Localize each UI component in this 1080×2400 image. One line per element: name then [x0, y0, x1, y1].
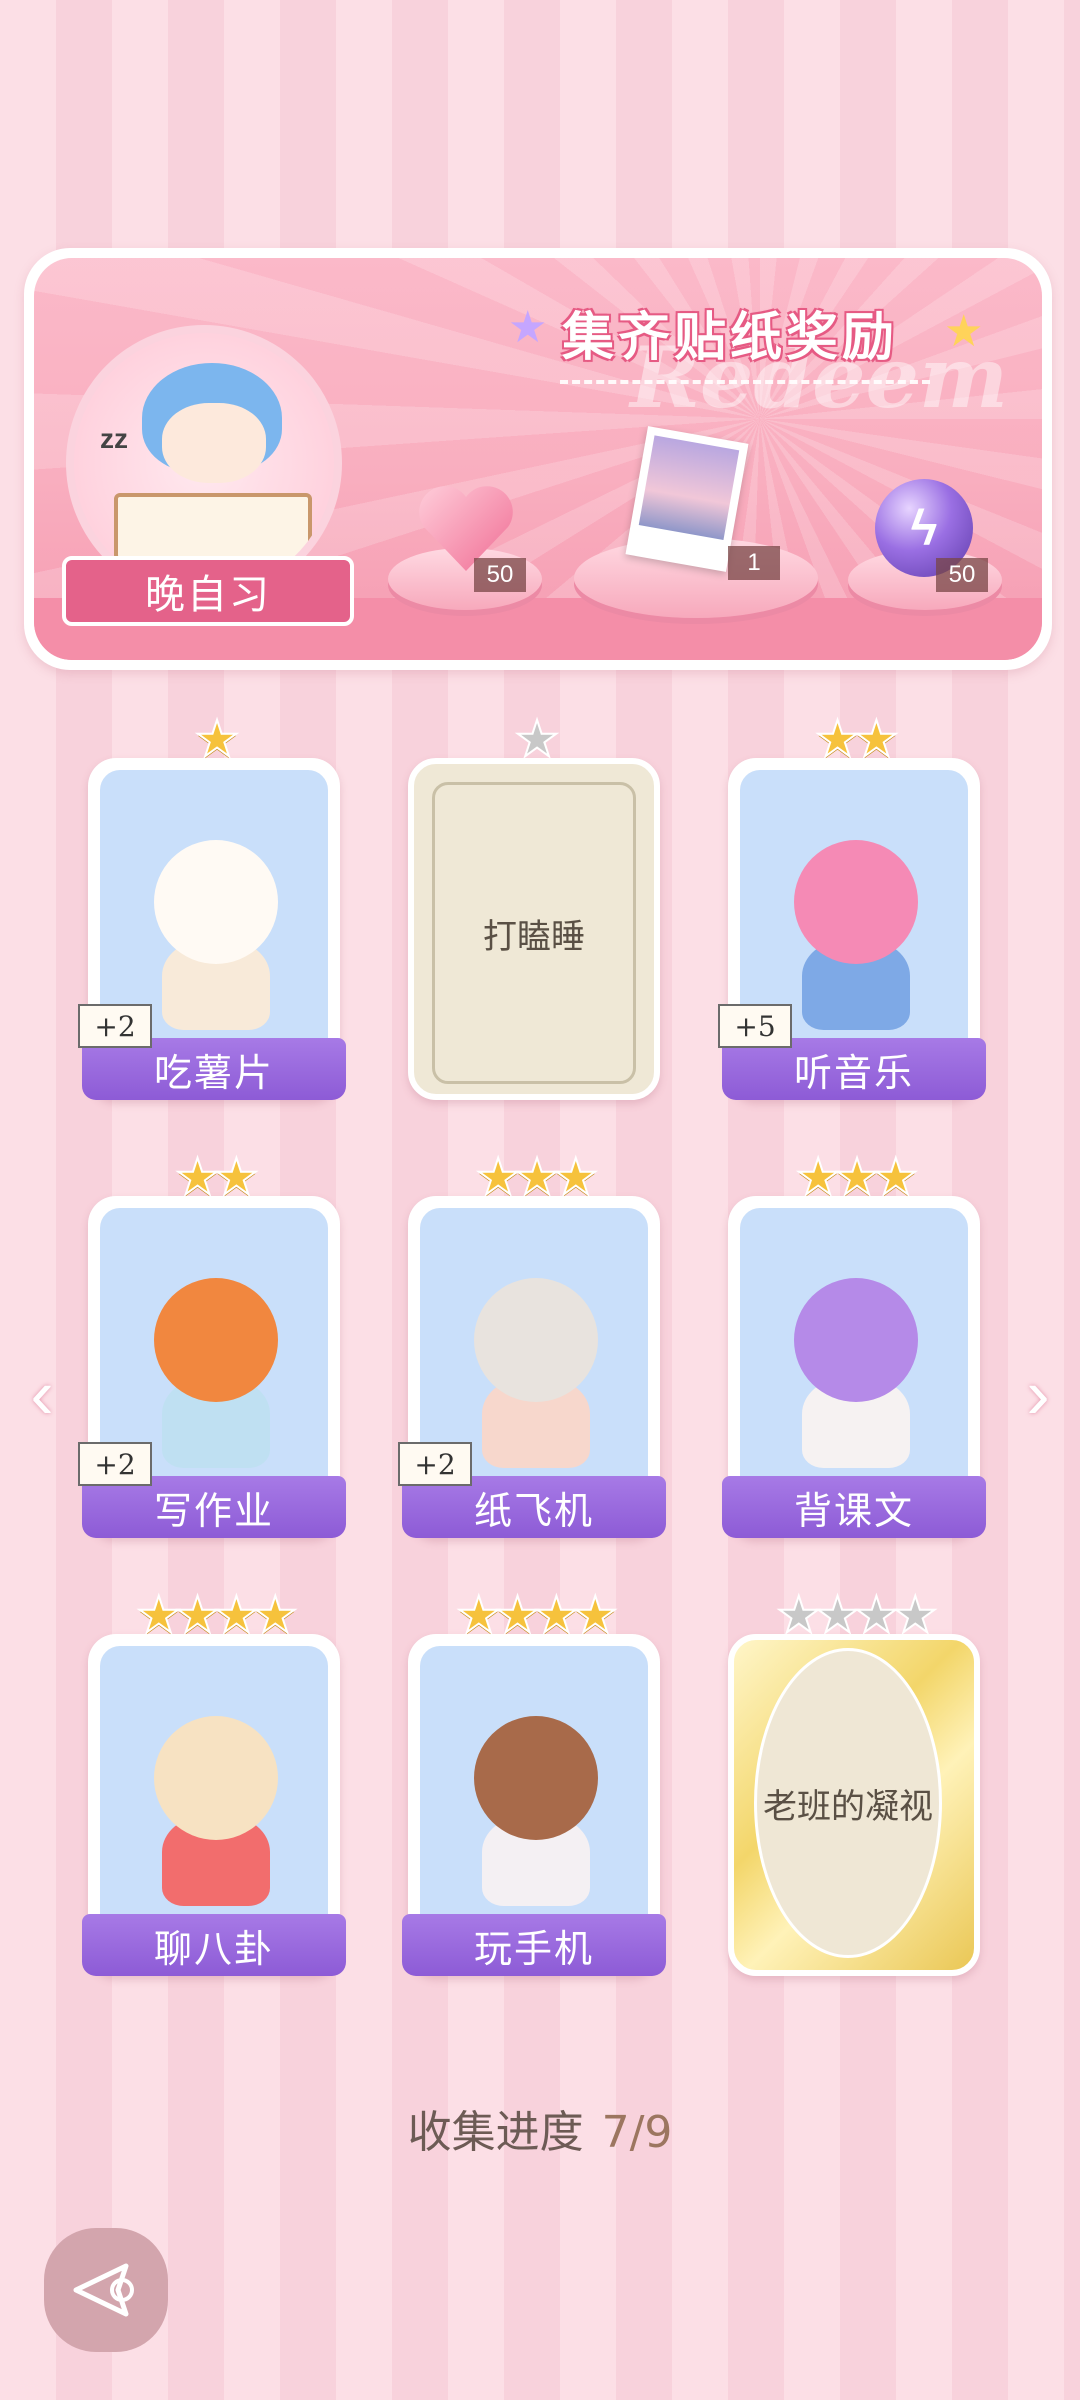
- collection-progress: 收集进度 7/9: [0, 2096, 1080, 2160]
- reward-count: 50: [474, 558, 526, 592]
- star-rating: ★: [88, 711, 340, 767]
- star-icon: ★: [514, 1149, 561, 1205]
- back-arrow-icon: [73, 2263, 134, 2317]
- star-rating: ★★★★: [728, 1587, 980, 1643]
- star-rating: ★★: [88, 1149, 340, 1205]
- reward-count: 1: [728, 546, 780, 580]
- card-title: 背课文: [722, 1476, 986, 1538]
- star-icon: ★: [194, 711, 241, 767]
- star-rating: ★★★: [408, 1149, 660, 1205]
- character-head: [154, 1716, 278, 1840]
- sleep-zzz-icon: zz: [100, 423, 128, 454]
- sticker-card[interactable]: 写作业 +2 ★★: [78, 1151, 346, 1546]
- next-page-arrow-icon[interactable]: ›: [1018, 1359, 1058, 1429]
- character-head: [154, 840, 278, 964]
- star-rating: ★★★: [728, 1149, 980, 1205]
- star-icon: ★: [834, 1149, 881, 1205]
- progress-value: 7/9: [601, 2107, 673, 2158]
- bonus-tag: +2: [78, 1004, 152, 1048]
- star-icon: ★: [892, 1587, 939, 1643]
- card-illustration: [420, 1646, 648, 1946]
- title-underline: [560, 380, 930, 387]
- sticker-card[interactable]: 聊八卦 ★★★★: [82, 1589, 346, 1984]
- banner-title: 集齐贴纸奖励: [561, 308, 898, 367]
- character-head: [794, 1278, 918, 1402]
- star-icon: ★: [135, 1587, 182, 1643]
- star-icon: ★: [814, 711, 861, 767]
- yellow-star-icon: ★: [944, 307, 984, 356]
- sticker-card[interactable]: 吃薯片 +2 ★: [78, 713, 346, 1108]
- star-icon: ★: [853, 711, 900, 767]
- sticker-card[interactable]: 纸飞机 +2 ★★★: [398, 1151, 666, 1546]
- character-head: [154, 1278, 278, 1402]
- star-icon: ★: [455, 1587, 502, 1643]
- prev-page-arrow-icon[interactable]: ‹: [22, 1359, 62, 1429]
- star-icon: ★: [174, 1149, 221, 1205]
- card-title: 聊八卦: [82, 1914, 346, 1976]
- character-head: [474, 1716, 598, 1840]
- sticker-card[interactable]: 老班的凝视 ★★★★: [728, 1589, 980, 1984]
- back-button[interactable]: [44, 2228, 168, 2352]
- star-icon: ★: [213, 1149, 260, 1205]
- sticker-card[interactable]: 玩手机 ★★★★: [402, 1589, 666, 1984]
- star-rating: ★★★★: [408, 1587, 660, 1643]
- star-icon: ★: [494, 1587, 541, 1643]
- sticker-card[interactable]: 背课文 ★★★: [722, 1151, 986, 1546]
- photo-card-icon: [625, 424, 749, 574]
- avatar-book: [114, 493, 312, 561]
- star-icon: ★: [572, 1587, 619, 1643]
- star-icon: ★: [533, 1587, 580, 1643]
- card-title: 玩手机: [402, 1914, 666, 1976]
- star-icon: ★: [514, 711, 561, 767]
- locked-card-title: 老班的凝视: [754, 1648, 942, 1958]
- bonus-tag: +2: [398, 1442, 472, 1486]
- star-icon: ★: [552, 1149, 599, 1205]
- star-icon: ★: [872, 1149, 919, 1205]
- reward-count: 50: [936, 558, 988, 592]
- star-icon: ★: [853, 1587, 900, 1643]
- bonus-tag: +5: [718, 1004, 792, 1048]
- star-icon: ★: [775, 1587, 822, 1643]
- card-illustration: [740, 1208, 968, 1508]
- card-illustration: [100, 1646, 328, 1946]
- star-icon: ★: [252, 1587, 299, 1643]
- star-icon: ★: [475, 1149, 522, 1205]
- locked-card-title: 打瞌睡: [432, 782, 636, 1084]
- star-rating: ★: [408, 711, 660, 767]
- star-icon: ★: [174, 1587, 221, 1643]
- sticker-card[interactable]: 打瞌睡 ★: [408, 713, 660, 1108]
- star-icon: ★: [213, 1587, 260, 1643]
- star-icon: ★: [814, 1587, 861, 1643]
- star-rating: ★★★★: [88, 1587, 340, 1643]
- character-head: [474, 1278, 598, 1402]
- avatar-face: [162, 403, 266, 483]
- progress-label: 收集进度: [407, 2107, 584, 2158]
- character-head: [794, 840, 918, 964]
- sticker-card[interactable]: 听音乐 +5 ★★: [718, 713, 986, 1108]
- chapter-ribbon: 晚自习: [62, 556, 354, 626]
- star-icon: ★: [795, 1149, 842, 1205]
- star-rating: ★★: [728, 711, 980, 767]
- bonus-tag: +2: [78, 1442, 152, 1486]
